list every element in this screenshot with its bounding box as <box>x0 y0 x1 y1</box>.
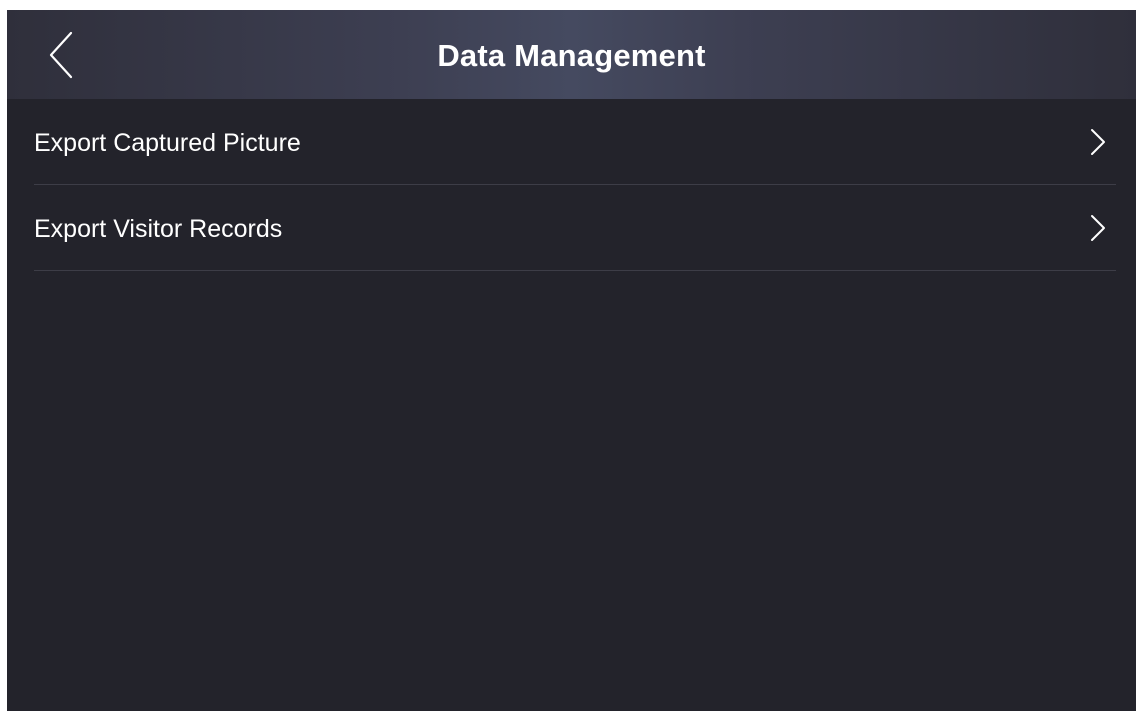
menu-item-export-visitor-records[interactable]: Export Visitor Records <box>34 185 1116 271</box>
chevron-right-icon <box>1088 214 1108 242</box>
back-button[interactable] <box>37 29 85 81</box>
menu-item-export-captured-picture[interactable]: Export Captured Picture <box>34 99 1116 185</box>
chevron-left-icon <box>37 29 85 81</box>
chevron-right-icon <box>1088 128 1108 156</box>
menu-item-label: Export Captured Picture <box>34 129 301 157</box>
title-bar: Data Management <box>7 10 1136 99</box>
page-title: Data Management <box>437 38 706 73</box>
menu-list: Export Captured Picture Export Visitor R… <box>34 99 1116 271</box>
data-management-screen: Data Management Export Captured Picture … <box>7 10 1136 711</box>
menu-item-label: Export Visitor Records <box>34 215 283 243</box>
